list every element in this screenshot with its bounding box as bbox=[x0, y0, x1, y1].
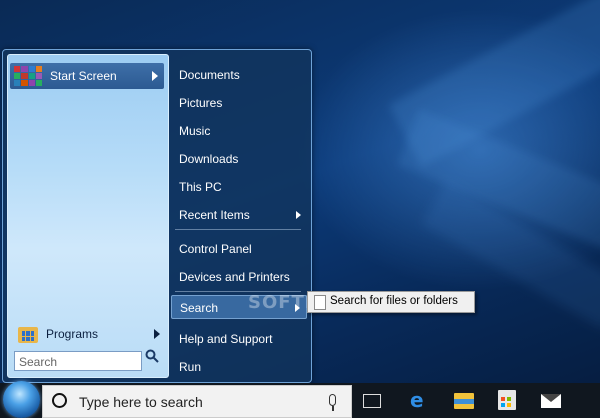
search-submenu-item[interactable]: Search for files or folders bbox=[307, 291, 475, 313]
chevron-right-icon bbox=[296, 211, 301, 219]
programs-folder-icon bbox=[18, 325, 38, 343]
chevron-right-icon bbox=[154, 329, 160, 339]
taskbar-search-box[interactable]: Type here to search bbox=[42, 385, 352, 418]
search-files-label: Search for files or folders bbox=[330, 295, 458, 307]
menu-item-help-and-support[interactable]: Help and Support bbox=[171, 327, 307, 351]
menu-item-recent-items[interactable]: Recent Items bbox=[171, 203, 307, 227]
programs-label: Programs bbox=[46, 327, 99, 341]
start-search-input[interactable]: Search bbox=[14, 351, 142, 371]
menu-item-this-pc[interactable]: This PC bbox=[171, 175, 307, 199]
menu-item-documents[interactable]: Documents bbox=[171, 63, 307, 87]
start-screen-tiles-icon bbox=[14, 66, 42, 86]
menu-item-devices-and-printers[interactable]: Devices and Printers bbox=[171, 265, 307, 289]
menu-item-run[interactable]: Run bbox=[171, 355, 307, 379]
file-explorer-icon[interactable] bbox=[454, 393, 474, 409]
start-menu-right-pane: Documents Pictures Music Downloads This … bbox=[171, 54, 307, 376]
cortana-icon bbox=[52, 393, 67, 408]
microphone-icon[interactable] bbox=[329, 394, 336, 406]
start-menu: Start Screen Programs Search Documents P… bbox=[2, 49, 312, 383]
start-orb-icon[interactable] bbox=[3, 381, 40, 418]
menu-item-music[interactable]: Music bbox=[171, 119, 307, 143]
menu-item-control-panel[interactable]: Control Panel bbox=[171, 237, 307, 261]
microphone-stand bbox=[332, 406, 334, 411]
start-screen-item[interactable]: Start Screen bbox=[10, 63, 164, 89]
start-menu-left-pane: Start Screen Programs Search bbox=[7, 54, 169, 378]
menu-separator bbox=[175, 229, 301, 230]
menu-item-pictures[interactable]: Pictures bbox=[171, 91, 307, 115]
mail-icon[interactable] bbox=[541, 394, 561, 408]
recent-items-label: Recent Items bbox=[179, 208, 250, 222]
document-search-icon bbox=[314, 295, 326, 310]
menu-item-downloads[interactable]: Downloads bbox=[171, 147, 307, 171]
search-menu-label: Search bbox=[180, 301, 219, 315]
taskbar-search-placeholder: Type here to search bbox=[79, 394, 203, 410]
store-icon[interactable] bbox=[498, 390, 516, 410]
edge-icon[interactable]: e bbox=[410, 388, 430, 412]
search-icon[interactable] bbox=[145, 349, 159, 363]
programs-item[interactable]: Programs bbox=[12, 321, 164, 347]
start-screen-label: Start Screen bbox=[50, 69, 117, 83]
task-view-icon[interactable] bbox=[363, 394, 381, 408]
chevron-right-icon bbox=[152, 71, 158, 81]
